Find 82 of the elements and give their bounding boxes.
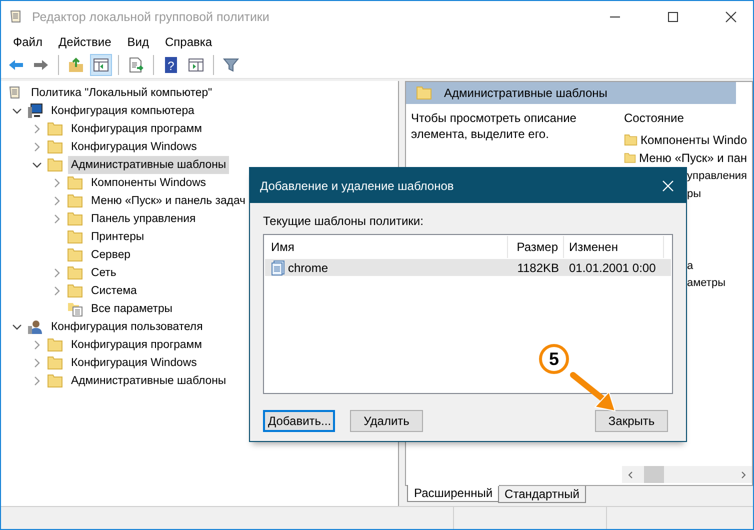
folder-icon: [624, 133, 638, 147]
folder-icon: [67, 284, 83, 298]
dialog-button[interactable]: Закрыть: [595, 410, 668, 432]
window-title: Редактор локальной групповой политики: [32, 10, 270, 24]
user-icon: [27, 319, 43, 335]
table-cell-text: 1182KB: [516, 260, 560, 274]
chevron-right-icon[interactable]: [32, 376, 42, 386]
maximize-icon[interactable]: [667, 10, 679, 22]
menu-item[interactable]: Вид: [119, 35, 157, 49]
list-item[interactable]: Компоненты Windo: [640, 133, 747, 147]
column-header[interactable]: Размер: [508, 236, 564, 258]
tree-item[interactable]: Все параметры: [88, 300, 176, 318]
dialog-button[interactable]: Добавить...: [263, 410, 335, 432]
chevron-right-icon[interactable]: [32, 340, 42, 350]
tree-item[interactable]: Политика "Локальный компьютер": [28, 84, 216, 102]
tree-item[interactable]: Сеть: [88, 264, 120, 282]
tree-item[interactable]: Административные шаблоны: [68, 156, 230, 174]
column-header[interactable]: Имя: [265, 236, 508, 258]
menu-item[interactable]: Действие: [50, 35, 120, 49]
folder-icon: [67, 248, 83, 262]
view-tab[interactable]: Стандартный: [498, 486, 586, 503]
chevron-down-icon[interactable]: [32, 160, 42, 170]
table-cell: chrome: [288, 260, 328, 274]
tree-item[interactable]: Принтеры: [88, 228, 148, 246]
column-header[interactable]: Изменен: [564, 236, 664, 258]
chevron-right-icon[interactable]: [52, 286, 62, 296]
folder-icon: [67, 230, 83, 244]
folder-icon: [47, 374, 63, 388]
folder-icon: [416, 86, 432, 100]
menu-item[interactable]: Файл: [5, 35, 51, 49]
tree-item[interactable]: Конфигурация программ: [68, 336, 205, 354]
document-icon: [271, 260, 285, 276]
folder-icon: [67, 212, 83, 226]
folder-icon: [47, 158, 63, 172]
tree-item[interactable]: Конфигурация пользователя: [48, 318, 206, 336]
list-item[interactable]: управления: [687, 170, 747, 182]
list-item[interactable]: ры: [687, 188, 702, 200]
folder-icon: [67, 194, 83, 208]
table-cell-text: 01.01.2001 0:00: [568, 260, 657, 274]
chevron-down-icon[interactable]: [12, 322, 22, 332]
folder-icon: [47, 338, 63, 352]
chevron-right-icon[interactable]: [32, 124, 42, 134]
settings-list-icon: [67, 301, 83, 317]
dialog-title: Добавление и удаление шаблонов: [260, 178, 454, 192]
folder-icon: [67, 176, 83, 190]
scrollbar-thumb[interactable]: [644, 466, 664, 483]
tree-item[interactable]: Компоненты Windows: [88, 174, 209, 192]
view-tab[interactable]: Расширенный: [407, 485, 500, 502]
pane-title: Административные шаблоны: [444, 86, 608, 100]
menu-item[interactable]: Справка: [157, 35, 220, 49]
tree-item[interactable]: Конфигурация компьютера: [48, 102, 198, 120]
tree-item[interactable]: Сервер: [88, 246, 134, 264]
tree-item[interactable]: Меню «Пуск» и панель задач: [88, 192, 248, 210]
tree-item[interactable]: Конфигурация программ: [68, 120, 205, 138]
folder-icon: [67, 266, 83, 280]
chevron-right-icon[interactable]: [52, 268, 62, 278]
tree-item[interactable]: Конфигурация Windows: [68, 354, 200, 372]
folder-icon: [47, 140, 63, 154]
tree-item[interactable]: Административные шаблоны: [68, 372, 230, 390]
chevron-right-icon[interactable]: [32, 142, 42, 152]
list-item[interactable]: Меню «Пуск» и пан: [638, 151, 747, 165]
column-header: Состояние: [624, 111, 685, 127]
panel-toggle-icon[interactable]: [90, 54, 112, 76]
chevron-right-icon[interactable]: [32, 358, 42, 368]
tree-item[interactable]: Конфигурация Windows: [68, 138, 200, 156]
tree-item[interactable]: Система: [88, 282, 140, 300]
list-item[interactable]: аметры: [687, 277, 726, 289]
chevron-right-icon[interactable]: [52, 214, 62, 224]
chevron-down-icon[interactable]: [12, 106, 22, 116]
list-label: Текущие шаблоны политики:: [263, 214, 424, 228]
close-icon[interactable]: [725, 10, 737, 22]
chevron-right-icon[interactable]: [52, 196, 62, 206]
folder-icon: [624, 151, 636, 165]
dialog-button[interactable]: Удалить: [350, 410, 423, 432]
computer-icon: [27, 103, 43, 119]
chevron-right-icon[interactable]: [52, 178, 62, 188]
template-row[interactable]: chrome 1182KB 01.01.2001 0:00: [265, 259, 671, 276]
list-item[interactable]: а: [687, 260, 694, 272]
folder-icon: [47, 356, 63, 370]
description-text: Чтобы просмотреть описание элемента, выделите его.: [411, 110, 578, 142]
folder-icon: [47, 122, 63, 136]
tree-item[interactable]: Панель управления: [88, 210, 199, 228]
